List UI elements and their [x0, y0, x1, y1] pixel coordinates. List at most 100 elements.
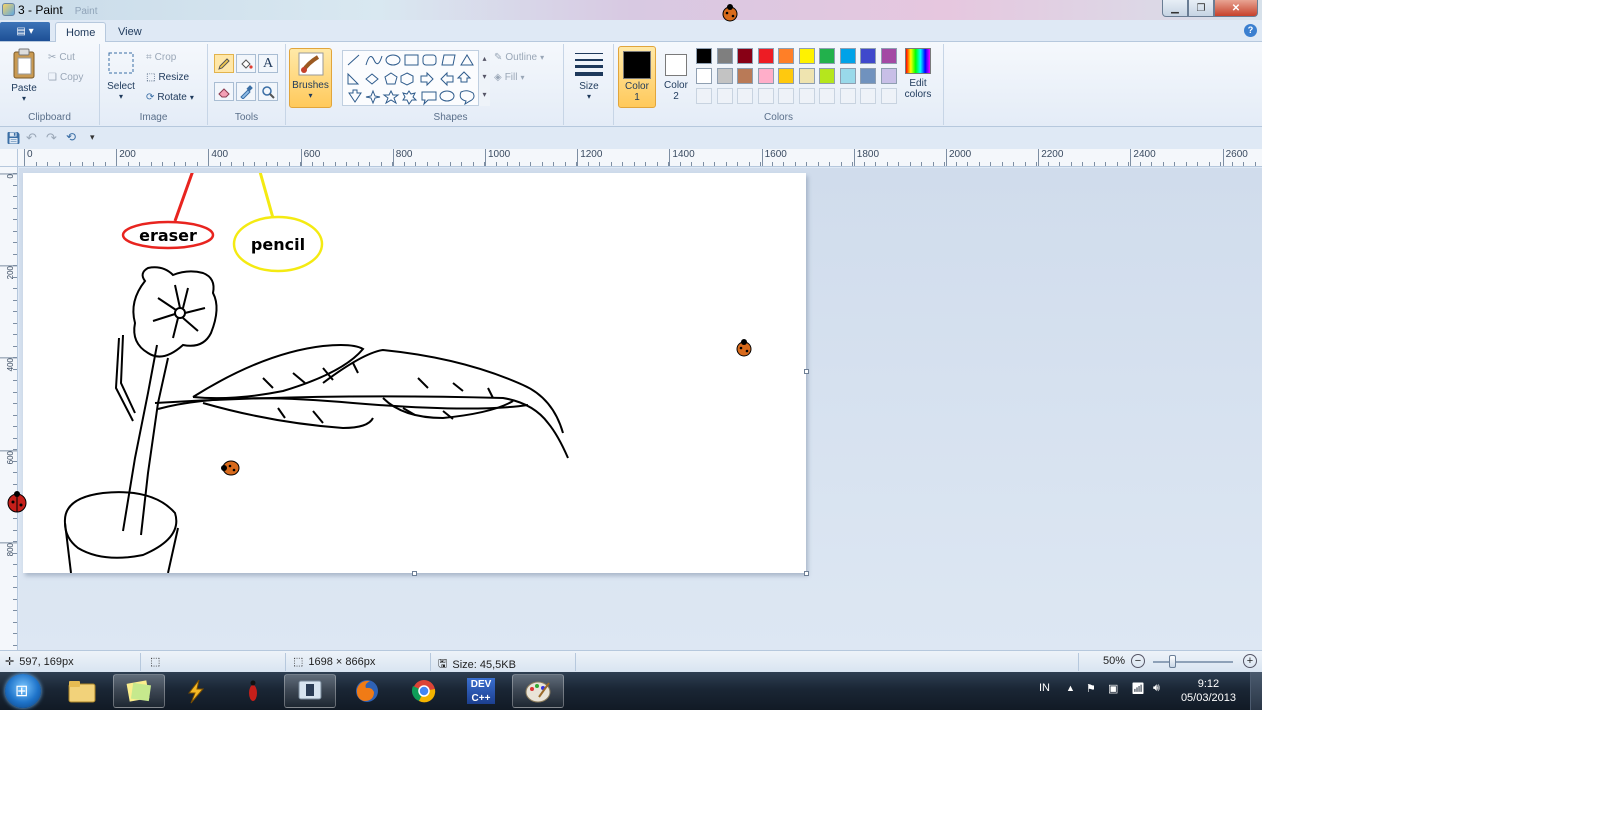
color-swatch[interactable] — [880, 48, 897, 64]
paste-button[interactable]: Paste ▾ — [6, 48, 42, 103]
resize-handle-bottom[interactable] — [412, 571, 417, 576]
ruler-minor-tick — [1093, 162, 1095, 166]
brushes-button[interactable]: Brushes ▾ — [289, 48, 332, 108]
zoom-slider-thumb[interactable] — [1169, 655, 1176, 668]
zoom-slider-track[interactable] — [1153, 661, 1233, 663]
terminal-taskbar-button[interactable] — [284, 674, 336, 708]
color1-button[interactable]: Color 1 — [618, 46, 656, 108]
custom-color-slot[interactable] — [716, 88, 733, 104]
network-warning-icon[interactable]: 📶︎ — [1131, 682, 1145, 695]
custom-color-slot[interactable] — [798, 88, 815, 104]
select-button[interactable]: Select ▾ — [106, 50, 136, 101]
custom-color-slot[interactable] — [860, 88, 876, 104]
resize-button[interactable]: ⬚ Resize — [146, 72, 189, 83]
color-swatch[interactable] — [757, 68, 774, 84]
resize-handle-right[interactable] — [804, 369, 809, 374]
crop-button[interactable]: ⌗ Crop — [146, 52, 176, 63]
color-swatch[interactable] — [737, 48, 753, 64]
custom-color-slot[interactable] — [737, 88, 753, 104]
redo-icon[interactable]: ↷ — [46, 130, 57, 146]
color-swatch[interactable] — [819, 68, 835, 84]
device-icon[interactable]: ▣ — [1108, 682, 1118, 695]
custom-color-slot[interactable] — [839, 88, 856, 104]
help-icon: ? — [1247, 25, 1254, 35]
shapes-gallery-scroll[interactable]: ▴ ▾ ▾ — [478, 50, 490, 106]
color-swatch[interactable] — [737, 68, 753, 84]
canvas-workspace[interactable]: eraser pencil — [19, 57, 1262, 650]
custom-color-slot[interactable] — [880, 88, 897, 104]
outline-button[interactable]: ✎ Outline ▾ — [494, 52, 544, 63]
fill-tool[interactable] — [236, 54, 256, 73]
tab-view[interactable]: View — [108, 22, 152, 43]
rotate-button[interactable]: ⟳ Rotate ▾ — [146, 92, 194, 103]
explorer-taskbar-button[interactable] — [56, 674, 108, 708]
paste-dropdown-icon[interactable]: ▾ — [6, 94, 42, 103]
notes-taskbar-button[interactable] — [113, 674, 165, 708]
color-swatch[interactable] — [798, 68, 815, 84]
ruler-minor-tick — [13, 598, 17, 600]
close-button[interactable]: ✕ — [1214, 0, 1258, 17]
show-desktop-button[interactable] — [1250, 672, 1262, 710]
copy-button[interactable]: ❏ Copy — [48, 72, 83, 83]
help-button[interactable]: ? — [1244, 24, 1257, 37]
eraser-callout-text: eraser — [139, 226, 197, 245]
color-swatch[interactable] — [839, 68, 856, 84]
color2-button[interactable]: Color 2 — [658, 46, 694, 108]
volume-icon[interactable]: 🔊︎ — [1153, 682, 1160, 695]
color-swatch[interactable] — [716, 48, 733, 64]
custom-color-slot[interactable] — [696, 88, 712, 104]
action-center-flag-icon[interactable]: ⚑ — [1086, 682, 1096, 695]
zoom-in-button[interactable]: + — [1243, 654, 1257, 668]
size-button[interactable]: Size ▾ — [570, 50, 608, 101]
chrome-taskbar-button[interactable] — [398, 674, 450, 708]
shapes-gallery[interactable] — [342, 50, 490, 106]
fill-button[interactable]: ◈ Fill ▾ — [494, 72, 525, 83]
resize-handle-corner[interactable] — [804, 571, 809, 576]
color-swatch[interactable] — [778, 68, 794, 84]
color-swatch[interactable] — [880, 68, 897, 84]
custom-color-slot[interactable] — [819, 88, 835, 104]
show-hidden-icons-icon[interactable]: ▲ — [1066, 683, 1075, 693]
ruler-minor-tick — [403, 162, 405, 166]
winamp-taskbar-button[interactable] — [170, 674, 222, 708]
fill-shortcut-icon[interactable]: ⟲ — [66, 130, 76, 144]
firefox-taskbar-button[interactable] — [341, 674, 393, 708]
color-swatch[interactable] — [860, 48, 876, 64]
color-picker-tool[interactable] — [236, 82, 256, 101]
text-tool[interactable]: A — [258, 54, 278, 73]
custom-color-slot[interactable] — [778, 88, 794, 104]
color-swatch[interactable] — [696, 68, 712, 84]
edit-colors-button[interactable]: Edit colors — [898, 48, 938, 100]
color-swatch[interactable] — [716, 68, 733, 84]
customize-qat-icon[interactable]: ▾ — [90, 132, 95, 143]
cut-button[interactable]: ✂ Cut — [48, 52, 75, 63]
color-swatch[interactable] — [819, 48, 835, 64]
select-dropdown-icon[interactable]: ▾ — [106, 92, 136, 101]
save-icon[interactable]: 💾︎ — [6, 131, 21, 145]
eraser-tool[interactable] — [214, 82, 234, 101]
undo-icon[interactable]: ↶ — [26, 130, 37, 146]
pencil-tool[interactable] — [214, 54, 234, 73]
color-swatch[interactable] — [839, 48, 856, 64]
start-button[interactable]: ⊞ — [5, 674, 41, 708]
paint-app-icon[interactable] — [2, 3, 15, 16]
zoom-out-button[interactable]: − — [1131, 654, 1145, 668]
color-swatch[interactable] — [778, 48, 794, 64]
ruler-minor-tick — [426, 162, 428, 166]
system-clock[interactable]: 9:12 05/03/2013 — [1181, 677, 1236, 705]
custom-color-slot[interactable] — [757, 88, 774, 104]
devcpp-taskbar-button[interactable]: DEV C++ — [455, 674, 507, 708]
minimize-button[interactable]: ▁ — [1162, 0, 1188, 17]
maximize-button[interactable]: ❐ — [1188, 0, 1214, 17]
color-swatch[interactable] — [757, 48, 774, 64]
paint-menu-button[interactable]: ▤ ▾ — [0, 22, 50, 41]
magnifier-tool[interactable] — [258, 82, 278, 101]
paint-taskbar-button[interactable] — [512, 674, 564, 708]
color-swatch[interactable] — [696, 48, 712, 64]
color-swatch[interactable] — [860, 68, 876, 84]
color-swatch[interactable] — [798, 48, 815, 64]
tab-home[interactable]: Home — [55, 22, 107, 43]
drawing-canvas[interactable]: eraser pencil — [23, 57, 806, 574]
ladybug-taskbar-button[interactable] — [227, 674, 279, 708]
language-indicator[interactable]: IN — [1039, 682, 1050, 694]
